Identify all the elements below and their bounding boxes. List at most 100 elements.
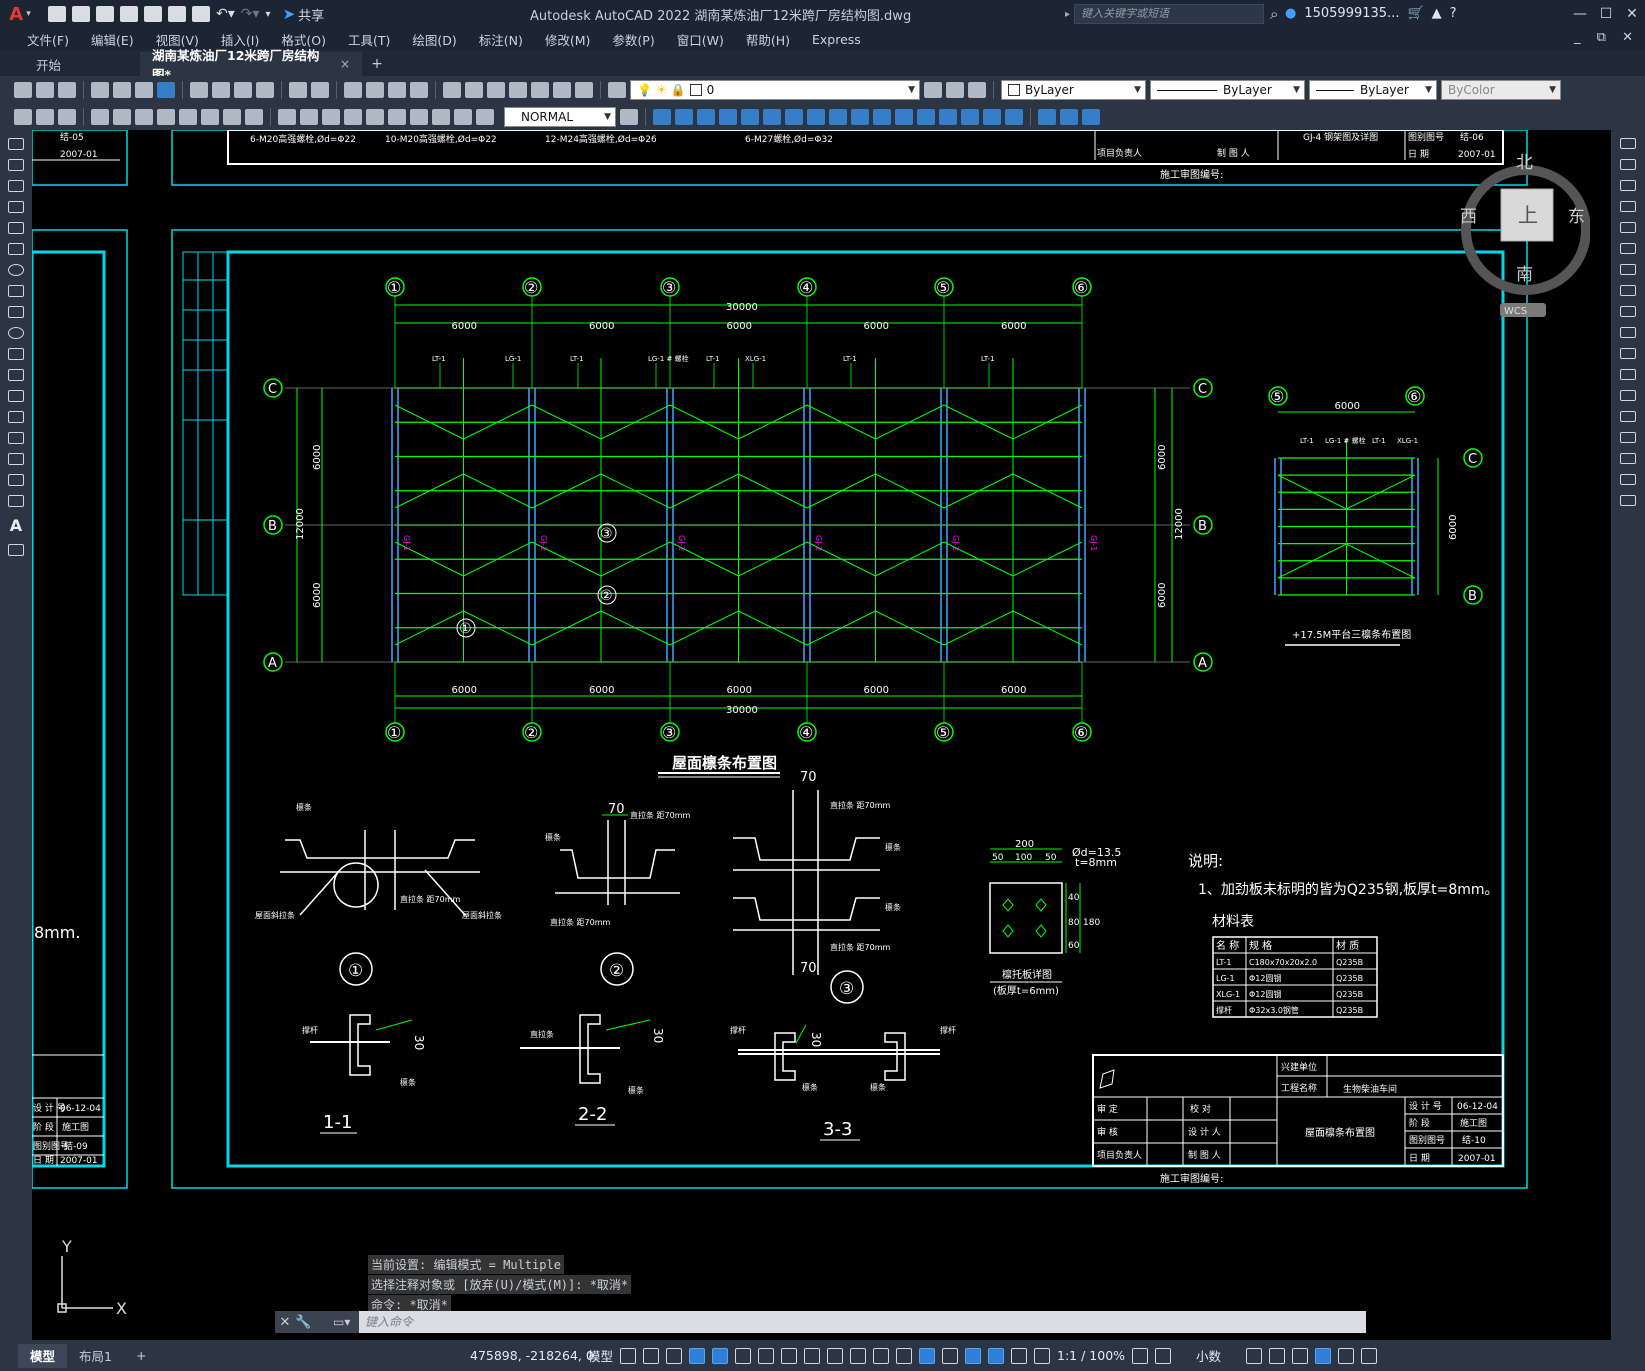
make-block-icon[interactable] bbox=[8, 390, 24, 402]
selection-filter-icon[interactable] bbox=[942, 1347, 959, 1364]
qnew-icon[interactable] bbox=[14, 82, 32, 98]
close-icon[interactable]: ✕ bbox=[1619, 0, 1645, 28]
layer-state-icon[interactable] bbox=[968, 82, 986, 98]
search-icon[interactable]: ⌕ bbox=[1270, 5, 1278, 23]
paste-icon[interactable] bbox=[234, 82, 252, 98]
open-from-web-icon[interactable] bbox=[144, 6, 162, 22]
undo-icon[interactable]: ↶▾ bbox=[216, 6, 235, 22]
annotation-visibility-icon[interactable] bbox=[988, 1347, 1005, 1364]
mirror-icon[interactable] bbox=[697, 109, 715, 125]
scale-icon[interactable] bbox=[1620, 285, 1636, 296]
lineweight-icon[interactable] bbox=[827, 1347, 844, 1364]
hatch-icon[interactable] bbox=[8, 432, 24, 444]
close-command-line-icon[interactable]: ✕ bbox=[275, 1315, 295, 1330]
dim-edit-icon[interactable] bbox=[454, 109, 472, 125]
dim-text-edit-icon[interactable] bbox=[476, 109, 494, 125]
ellipse-arc-icon[interactable] bbox=[8, 348, 24, 360]
extend-icon[interactable] bbox=[873, 109, 891, 125]
center-mark-icon[interactable] bbox=[388, 109, 406, 125]
3dprint-icon[interactable] bbox=[157, 82, 175, 98]
minimize-icon[interactable]: — bbox=[1567, 0, 1593, 28]
region-icon[interactable] bbox=[8, 474, 24, 486]
annotation-scale-icon[interactable] bbox=[1034, 1347, 1051, 1364]
open-icon[interactable] bbox=[36, 82, 54, 98]
dynamic-input-icon[interactable] bbox=[689, 1347, 706, 1364]
clean-screen-icon[interactable] bbox=[1338, 1347, 1355, 1364]
angular-dim-icon[interactable] bbox=[245, 109, 263, 125]
cart-icon[interactable]: 🛒 bbox=[1407, 6, 1423, 21]
fillet-icon[interactable] bbox=[961, 109, 979, 125]
transparency-icon[interactable] bbox=[850, 1347, 867, 1364]
bring-front-icon[interactable] bbox=[1060, 109, 1078, 125]
isodraft-icon[interactable] bbox=[758, 1347, 775, 1364]
ellipse-icon[interactable] bbox=[8, 327, 24, 339]
save-to-web-icon[interactable] bbox=[168, 6, 186, 22]
layer-previous-icon[interactable] bbox=[946, 82, 964, 98]
tolerance-icon[interactable] bbox=[366, 109, 384, 125]
insert-block-icon[interactable] bbox=[8, 369, 24, 381]
jogged-dim-icon[interactable] bbox=[201, 109, 219, 125]
quick-properties-icon[interactable] bbox=[1246, 1347, 1263, 1364]
join-icon[interactable] bbox=[1620, 411, 1636, 422]
cut-icon[interactable] bbox=[190, 82, 208, 98]
polygon-icon[interactable] bbox=[8, 201, 24, 213]
spline-icon[interactable] bbox=[8, 306, 24, 318]
open-icon[interactable] bbox=[72, 6, 90, 22]
break-icon[interactable] bbox=[1620, 390, 1636, 401]
construction-line-icon[interactable] bbox=[8, 159, 24, 171]
units-value[interactable]: 小数 bbox=[1196, 1346, 1221, 1365]
search-expand-icon[interactable]: ▸ bbox=[1065, 9, 1070, 20]
continue-dim-icon[interactable] bbox=[322, 109, 340, 125]
erase-icon[interactable] bbox=[1620, 138, 1636, 149]
compass-south[interactable]: 南 bbox=[1516, 265, 1533, 285]
object-snap-tracking-icon[interactable] bbox=[781, 1347, 798, 1364]
properties-icon[interactable] bbox=[443, 82, 461, 98]
offset-icon[interactable] bbox=[719, 109, 737, 125]
dimstyle-dropdown[interactable]: NORMAL ▼ bbox=[504, 107, 616, 127]
menu-help[interactable]: 帮助(H) bbox=[735, 30, 801, 49]
auto-scale-icon[interactable] bbox=[1011, 1347, 1028, 1364]
table-icon[interactable] bbox=[8, 495, 24, 507]
graphics-performance-icon[interactable] bbox=[1315, 1347, 1332, 1364]
stretch-icon[interactable] bbox=[1620, 306, 1636, 317]
annotation-monitor-icon[interactable] bbox=[1155, 1347, 1172, 1364]
isolate-objects-icon[interactable] bbox=[1292, 1347, 1309, 1364]
customize-qat-icon[interactable]: ▾ bbox=[266, 9, 271, 20]
infer-constraints-icon[interactable] bbox=[666, 1347, 683, 1364]
customize-icon[interactable]: 🔧 bbox=[295, 1315, 315, 1330]
plot-icon[interactable] bbox=[91, 82, 109, 98]
dim-space-icon[interactable] bbox=[344, 109, 362, 125]
close-tab-icon[interactable]: × bbox=[340, 57, 350, 71]
explode-icon[interactable] bbox=[1005, 109, 1023, 125]
radius-dim-icon[interactable] bbox=[179, 109, 197, 125]
menu-tools[interactable]: 工具(T) bbox=[337, 30, 401, 49]
add-layout-button[interactable]: + bbox=[124, 1344, 158, 1368]
lock-ui-icon[interactable] bbox=[1269, 1347, 1286, 1364]
recent-commands-icon[interactable]: ▭▾ bbox=[333, 1315, 350, 1329]
selection-cycling-icon[interactable] bbox=[873, 1347, 890, 1364]
user-account[interactable]: ● 1505999135... 🛒 ▲ ? bbox=[1285, 6, 1457, 21]
move-icon[interactable] bbox=[763, 109, 781, 125]
coordinate-readout[interactable]: 475898, -218264, 0 bbox=[470, 1348, 594, 1363]
make-current-layer-icon[interactable] bbox=[924, 82, 942, 98]
blend-curves-icon[interactable] bbox=[1620, 474, 1636, 485]
linear-dim-icon[interactable] bbox=[91, 109, 109, 125]
plot-preview-icon[interactable] bbox=[113, 82, 131, 98]
menu-parametric[interactable]: 参数(P) bbox=[601, 30, 665, 49]
object-snap-icon[interactable] bbox=[804, 1347, 821, 1364]
revcloud-icon[interactable] bbox=[8, 285, 24, 297]
baseline-dim-icon[interactable] bbox=[300, 109, 318, 125]
help-icon[interactable]: ? bbox=[1450, 6, 1457, 21]
chamfer-icon[interactable] bbox=[1620, 432, 1636, 443]
undo-icon[interactable] bbox=[289, 82, 307, 98]
snap-icon[interactable] bbox=[643, 1347, 660, 1364]
dimstyle-icon[interactable] bbox=[620, 109, 638, 125]
rectangle-icon[interactable] bbox=[8, 222, 24, 234]
join-icon[interactable] bbox=[917, 109, 935, 125]
customization-menu-icon[interactable] bbox=[1361, 1347, 1378, 1364]
ordinate-dim-icon[interactable] bbox=[157, 109, 175, 125]
send-back-icon[interactable] bbox=[1082, 109, 1100, 125]
scale-icon[interactable] bbox=[807, 109, 825, 125]
color-dropdown[interactable]: ByLayer ▼ bbox=[1001, 80, 1146, 100]
explode-icon[interactable] bbox=[1620, 495, 1636, 506]
